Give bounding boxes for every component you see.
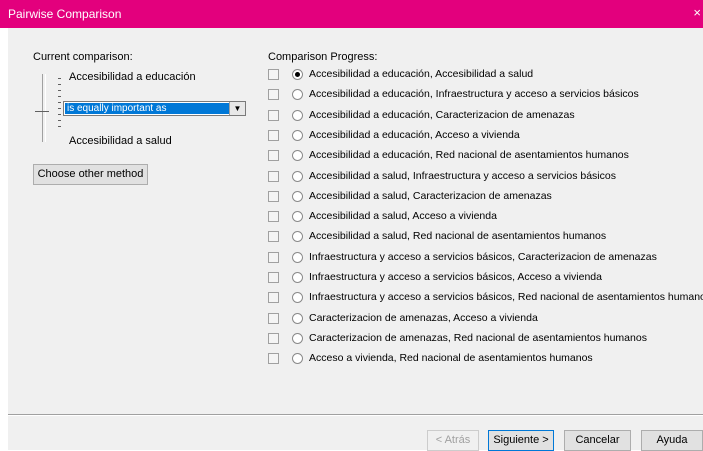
row-checkbox[interactable] — [268, 170, 279, 182]
slider-track-highlight — [45, 74, 46, 142]
row-label: Accesibilidad a educación, Acceso a vivi… — [309, 128, 520, 141]
row-label: Accesibilidad a educación, Red nacional … — [309, 149, 629, 162]
row-radio[interactable] — [292, 332, 303, 344]
row-label: Infraestructura y acceso a servicios bás… — [309, 271, 602, 283]
row-radio[interactable] — [292, 251, 303, 263]
cancel-button[interactable]: Cancelar — [564, 430, 631, 451]
slider-thumb[interactable] — [35, 111, 49, 112]
slider-tick — [58, 120, 61, 121]
row-radio[interactable] — [292, 272, 303, 283]
back-button[interactable]: < Atrás — [427, 430, 479, 451]
row-label: Acceso a vivienda, Red nacional de asent… — [309, 352, 593, 365]
row-checkbox[interactable] — [268, 251, 279, 263]
row-checkbox[interactable] — [268, 129, 279, 141]
row-label: Infraestructura y acceso a servicios bás… — [309, 291, 703, 304]
help-button[interactable]: Ayuda — [641, 430, 703, 451]
comparison-progress-label: Comparison Progress: — [268, 51, 378, 63]
importance-dropdown[interactable]: is equally important as ▼ — [63, 101, 246, 116]
radio-dot-icon — [295, 72, 300, 77]
row-label: Accesibilidad a salud, Red nacional de a… — [309, 230, 607, 243]
slider-tick — [58, 108, 61, 109]
row-checkbox[interactable] — [268, 231, 279, 243]
row-radio[interactable] — [292, 190, 303, 202]
row-label: Accesibilidad a educación, Infraestructu… — [309, 88, 639, 101]
row-checkbox[interactable] — [268, 150, 279, 162]
row-label: Accesibilidad a educación, Accesibilidad… — [309, 68, 534, 80]
slider-tick — [58, 84, 61, 85]
row-checkbox[interactable] — [268, 69, 279, 80]
row-label: Accesibilidad a salud, Infraestructura y… — [309, 169, 616, 182]
slider-tick — [58, 126, 61, 127]
row-checkbox[interactable] — [268, 353, 279, 365]
choose-other-method-button[interactable]: Choose other method — [33, 164, 148, 185]
row-label: Infraestructura y acceso a servicios bás… — [309, 250, 657, 263]
row-checkbox[interactable] — [268, 190, 279, 202]
window-left-edge — [0, 28, 8, 450]
comparison-item-b: Accesibilidad a salud — [69, 135, 172, 147]
slider-tick — [58, 78, 61, 79]
row-radio[interactable] — [292, 129, 303, 141]
row-label: Caracterizacion de amenazas, Acceso a vi… — [309, 311, 538, 324]
slider-tick — [58, 96, 61, 97]
row-radio[interactable] — [292, 109, 303, 121]
row-checkbox[interactable] — [268, 89, 279, 101]
comparison-item-a: Accesibilidad a educación — [69, 71, 196, 83]
footer-separator — [8, 414, 703, 416]
row-checkbox[interactable] — [268, 312, 279, 324]
slider-tick — [58, 102, 61, 103]
row-label: Caracterizacion de amenazas, Red naciona… — [309, 331, 647, 344]
slider-tick — [58, 90, 61, 91]
row-label: Accesibilidad a salud, Acceso a vivienda — [309, 210, 497, 223]
row-checkbox[interactable] — [268, 332, 279, 344]
current-comparison-label: Current comparison: — [33, 51, 133, 63]
row-radio[interactable] — [292, 69, 303, 80]
next-button[interactable]: Siguiente > — [488, 430, 554, 451]
window-title: Pairwise Comparison — [8, 7, 122, 21]
slider-track — [42, 74, 43, 142]
title-bar: Pairwise Comparison × — [0, 0, 703, 28]
row-checkbox[interactable] — [268, 211, 279, 223]
row-checkbox[interactable] — [268, 109, 279, 121]
row-checkbox[interactable] — [268, 292, 279, 304]
chevron-down-icon[interactable]: ▼ — [229, 102, 245, 115]
slider-tick — [58, 114, 61, 115]
row-checkbox[interactable] — [268, 272, 279, 283]
importance-dropdown-value: is equally important as — [65, 103, 229, 114]
close-icon[interactable]: × — [693, 5, 701, 20]
row-label: Accesibilidad a educación, Caracterizaci… — [309, 108, 575, 121]
row-label: Accesibilidad a salud, Caracterizacion d… — [309, 189, 552, 202]
row-radio[interactable] — [292, 312, 303, 324]
row-radio[interactable] — [292, 170, 303, 182]
